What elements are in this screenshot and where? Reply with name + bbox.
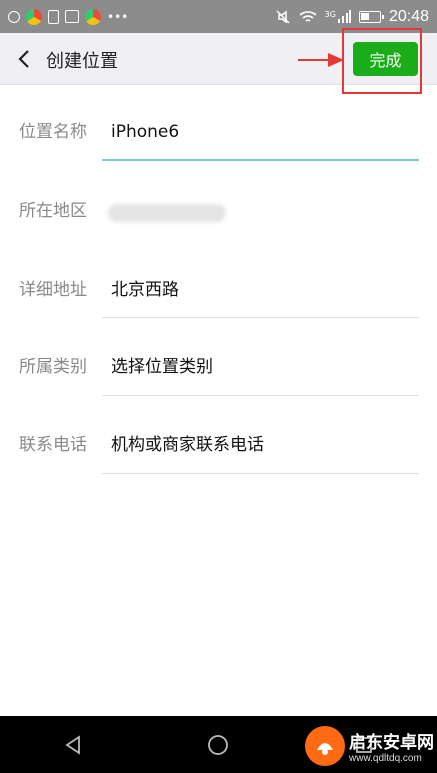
form-row-phone: 联系电话 机构或商家联系电话 — [0, 430, 437, 490]
field-label: 联系电话 — [19, 435, 87, 455]
input-underline — [102, 159, 419, 161]
watermark-url: www.qdltdq.com — [349, 752, 422, 764]
form-row-address: 详细地址 北京西路 — [0, 275, 437, 335]
region-value-blurred[interactable] — [108, 204, 226, 222]
nav-home-button[interactable] — [198, 725, 238, 765]
bag-icon — [48, 9, 59, 24]
location-name-input[interactable]: iPhone6 — [111, 117, 179, 147]
annotation-arrow-icon — [298, 53, 344, 67]
image-icon — [65, 10, 79, 23]
divider — [102, 317, 419, 318]
notification-icons: ••• — [8, 8, 129, 25]
mute-icon — [276, 9, 290, 24]
form-row-name: 位置名称 iPhone6 — [0, 117, 437, 177]
wifi-icon — [299, 10, 317, 22]
network-badge: 3G — [324, 9, 336, 19]
divider — [102, 473, 419, 474]
watermark: 启东安卓网 www.qdltdq.com — [305, 718, 437, 773]
status-time: 20:48 — [388, 7, 429, 25]
annotation-highlight-box — [342, 28, 422, 94]
signal-icon: 3G — [324, 9, 351, 24]
chevron-left-icon — [18, 50, 29, 68]
system-icons: 3G 20:48 — [275, 8, 429, 26]
field-label: 位置名称 — [19, 122, 87, 142]
more-icon: ••• — [107, 9, 129, 24]
field-label: 所属类别 — [19, 357, 87, 377]
triangle-back-icon — [65, 734, 80, 755]
address-input[interactable]: 北京西路 — [111, 275, 179, 305]
chat-icon — [8, 10, 20, 23]
watermark-logo-icon — [305, 725, 345, 766]
back-button[interactable] — [12, 45, 36, 73]
circle-home-icon — [208, 734, 229, 755]
app-icon — [85, 8, 101, 25]
page-title: 创建位置 — [46, 51, 118, 72]
nav-back-button[interactable] — [53, 725, 93, 765]
battery-icon — [358, 10, 384, 23]
form-row-category[interactable]: 所属类别 选择位置类别 — [0, 352, 437, 412]
app-icon — [26, 8, 42, 25]
divider — [102, 395, 419, 396]
form-row-region[interactable]: 所在地区 — [0, 196, 437, 256]
watermark-title: 启东安卓网 — [349, 732, 434, 753]
field-label: 详细地址 — [19, 280, 87, 300]
field-label: 所在地区 — [19, 201, 87, 221]
category-select[interactable]: 选择位置类别 — [111, 352, 213, 382]
phone-input[interactable]: 机构或商家联系电话 — [111, 430, 264, 460]
